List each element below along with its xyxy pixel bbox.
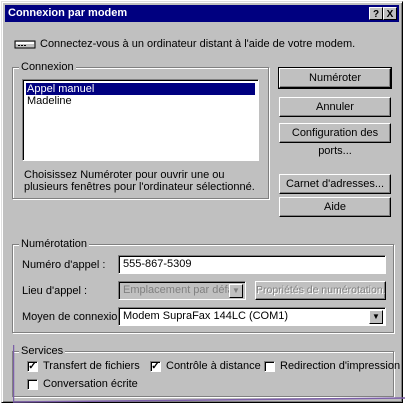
connexion-group-label: Connexion — [19, 61, 76, 73]
numerotation-group-label: Numérotation — [19, 238, 90, 250]
moyen-value: Modem SupraFax 144LC (COM1) — [123, 310, 289, 322]
dialog-window: Connexion par modem ? X Connectez-vous à… — [1, 1, 403, 403]
numero-value: 555-867-5309 — [123, 258, 192, 270]
annuler-button[interactable]: Annuler — [279, 97, 391, 117]
numero-field[interactable]: 555-867-5309 — [118, 255, 386, 274]
help-button[interactable]: ? — [369, 7, 383, 20]
lieu-label: Lieu d'appel : — [22, 285, 88, 297]
dialog-title: Connexion par modem — [8, 7, 128, 19]
chevron-down-icon: ▼ — [369, 310, 383, 324]
close-button[interactable]: X — [383, 7, 397, 20]
title-bar: Connexion par modem ? X — [5, 5, 399, 22]
chevron-down-icon: ▼ — [229, 284, 243, 298]
list-item-madeline[interactable]: Madeline — [26, 95, 255, 107]
list-item-appel-manuel[interactable]: Appel manuel — [26, 83, 255, 95]
connexion-hint: Choisissez Numéroter pour ouvrir une ou … — [24, 169, 255, 193]
numeroter-button[interactable]: Numéroter — [278, 67, 392, 89]
intro-text: Connectez-vous à un ordinateur distant à… — [40, 38, 356, 50]
config-ports-button[interactable]: Configuration des ports... — [279, 123, 391, 157]
connexion-list[interactable]: Appel manuel Madeline — [22, 79, 259, 161]
proprietes-button[interactable]: Propriétés de numérotation... — [255, 281, 386, 300]
carnet-adresses-button[interactable]: Carnet d'adresses... — [279, 174, 391, 194]
callout-bracket — [13, 345, 405, 403]
lieu-value: Emplacement par défaut — [123, 284, 243, 296]
moyen-label: Moyen de connexion : — [22, 311, 130, 323]
aide-button[interactable]: Aide — [279, 197, 391, 217]
modem-icon — [14, 38, 36, 50]
lieu-dropdown[interactable]: Emplacement par défaut ▼ — [118, 281, 246, 300]
numero-label: Numéro d'appel : — [22, 259, 106, 271]
moyen-dropdown[interactable]: Modem SupraFax 144LC (COM1) ▼ — [118, 307, 386, 326]
